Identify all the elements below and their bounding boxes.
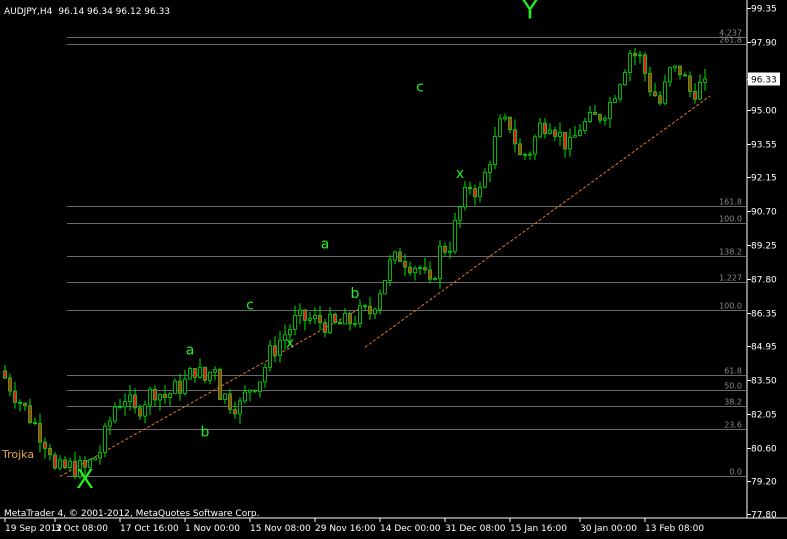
price-tick-label: 83.50 [751, 377, 777, 387]
price-tick-label: 80.60 [751, 445, 777, 455]
price-tick-label: 86.35 [751, 310, 777, 320]
time-tick-label: 30 Jan 00:00 [580, 524, 637, 534]
price-tick-label: 92.15 [751, 174, 777, 184]
fib-level-label: 161.8 [719, 198, 742, 207]
time-tick-label: 13 Feb 08:00 [645, 524, 704, 534]
price-tick-label: 99.35 [751, 5, 777, 15]
chart-window: 4.237 261.8 161.8 100.0 138.2 1.227 100.0 61.8 5… [0, 0, 787, 539]
time-tick-label: 31 Dec 08:00 [445, 524, 506, 534]
time-tick-label: 29 Nov 16:00 [315, 524, 376, 534]
price-tick-label: 90.70 [751, 208, 777, 218]
wave-label-x: x [456, 166, 464, 182]
price-tick-label: 84.95 [751, 343, 777, 353]
wave-label-c: c [416, 79, 424, 95]
fib-level-label: 0.0 [729, 468, 742, 477]
wave-label-a: a [321, 237, 330, 253]
price-tick-label: 82.05 [751, 411, 777, 421]
time-tick-label: 15 Nov 08:00 [250, 524, 311, 534]
fib-level-label: 138.2 [719, 248, 742, 257]
fib-level-label: 1.227 [719, 274, 742, 283]
candle [383, 280, 387, 295]
symbol-header: AUDJPY,H4 96.14 96.34 96.12 96.33 [4, 7, 170, 17]
indicator-label: Trojka [1, 448, 34, 461]
price-chart[interactable]: 4.237261.8161.8100.0138.21.227100.061.85… [0, 0, 787, 539]
fib-level-label: 100.0 [719, 215, 742, 224]
copyright-footer: MetaTrader 4, © 2001-2012, MetaQuotes So… [4, 509, 260, 519]
wave-label-b: b [201, 425, 210, 441]
time-tick-label: 17 Oct 16:00 [120, 524, 179, 534]
price-tick-label: 93.55 [751, 141, 777, 151]
candle [333, 312, 337, 325]
price-tick-label: 77.80 [751, 511, 777, 521]
fib-level-label: 261.8 [719, 36, 742, 45]
fib-level-label: 50.0 [724, 382, 742, 391]
fib-level-label: 61.8 [724, 367, 742, 376]
current-price-label: 96.33 [751, 76, 777, 86]
fib-level-label: 38.2 [724, 398, 742, 407]
time-tick-label: 19 Sep 2012 [5, 524, 62, 534]
wave-label-y: Y [521, 0, 538, 26]
price-tick-label: 95.00 [751, 107, 777, 117]
time-tick-label: 1 Nov 00:00 [185, 524, 240, 534]
candle [53, 451, 57, 470]
fib-level-label: 23.6 [724, 421, 742, 430]
price-tick-label: 79.20 [751, 478, 777, 488]
fib-level-label: 100.0 [719, 302, 742, 311]
wave-label-b: b [351, 286, 360, 302]
candle [218, 367, 222, 400]
candle [188, 366, 192, 380]
candle [103, 422, 107, 458]
wave-label-x: X [76, 465, 94, 495]
wave-label-x: x [286, 335, 294, 351]
time-tick-label: 15 Jan 16:00 [510, 524, 567, 534]
price-tick-label: 87.80 [751, 276, 777, 286]
wave-label-a: a [186, 342, 195, 358]
time-tick-label: 3 Oct 08:00 [55, 524, 108, 534]
time-tick-label: 14 Dec 00:00 [380, 524, 441, 534]
wave-label-c: c [246, 298, 254, 314]
price-tick-label: 97.90 [751, 39, 777, 49]
price-tick-label: 89.25 [751, 242, 777, 252]
